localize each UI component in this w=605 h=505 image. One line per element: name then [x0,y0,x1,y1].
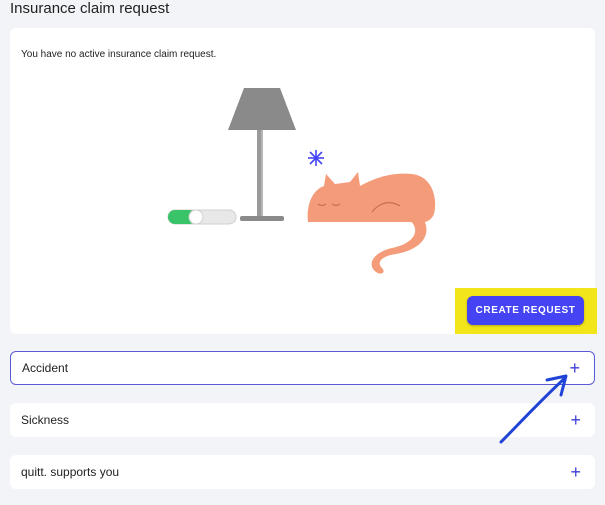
accordion-label: Accident [22,361,69,375]
accordion-quitt-supports-you[interactable]: quitt. supports you + [10,455,595,489]
lamp-icon [228,88,296,221]
sparkle-icon [308,150,324,166]
page-title: Insurance claim request [10,0,170,17]
sleeping-cat-illustration [167,88,436,274]
empty-state-message: You have no active insurance claim reque… [21,49,217,60]
toggle-illustration [167,209,237,225]
create-request-button[interactable]: CREATE REQUEST [467,296,584,325]
annotation-arrow-icon [499,374,568,444]
cat-icon [307,172,436,274]
plus-icon[interactable]: + [570,463,581,481]
accordion-label: quitt. supports you [21,465,120,479]
accordion-label: Sickness [21,413,70,427]
